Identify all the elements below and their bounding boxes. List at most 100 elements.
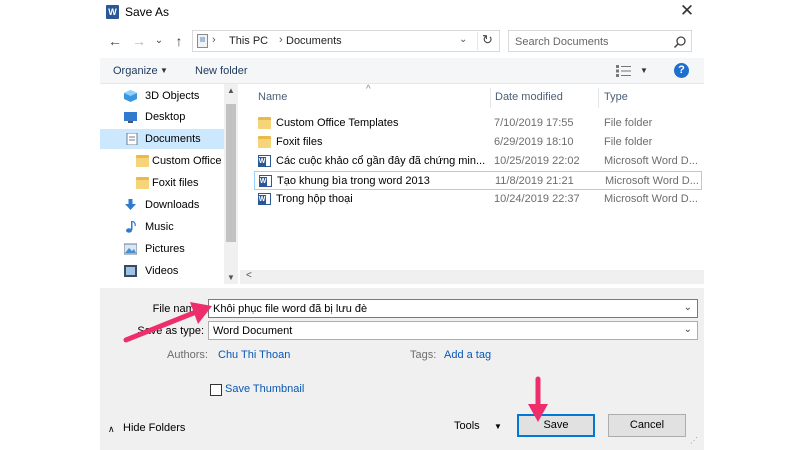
folder-icon	[136, 177, 149, 189]
nav-item-label: Documents	[145, 133, 201, 145]
nav-item-documents[interactable]: Documents	[100, 129, 224, 149]
authors-value[interactable]: Chu Thi Thoan	[218, 349, 290, 361]
file-name: Các cuộc khảo cổ gần đây đã chứng min...	[276, 155, 486, 167]
file-row[interactable]: Custom Office Templates 7/10/2019 17:55 …	[254, 114, 702, 133]
file-row[interactable]: Trong hộp thoại 10/24/2019 22:37 Microso…	[254, 190, 702, 209]
refresh-icon[interactable]: ↻	[477, 32, 497, 50]
navigation-pane: 3D Objects Desktop Documents Custom Offi…	[100, 84, 238, 284]
3d-objects-icon	[124, 90, 137, 102]
help-icon[interactable]: ?	[674, 63, 689, 78]
file-row[interactable]: Các cuộc khảo cổ gần đây đã chứng min...…	[254, 152, 702, 171]
recent-locations-chevron-icon[interactable]: ⌄	[150, 32, 168, 50]
nav-item-3d-objects[interactable]: 3D Objects	[100, 86, 224, 106]
folder-icon	[258, 136, 271, 148]
column-header-date-modified[interactable]: Date modified	[495, 91, 563, 103]
add-tag-link[interactable]: Add a tag	[444, 349, 491, 361]
view-caret-icon[interactable]: ▼	[640, 66, 648, 75]
nav-item-label: Desktop	[145, 111, 186, 123]
annotation-arrow-to-save	[528, 376, 548, 422]
hide-folders-button[interactable]: Hide Folders	[123, 422, 185, 434]
tools-button[interactable]: Tools	[454, 420, 480, 432]
file-name-dropdown-chevron-icon[interactable]: ⌄	[684, 302, 692, 313]
file-name-input[interactable]	[213, 302, 673, 316]
file-list: ^ Name Date modified Type Custom Office …	[240, 84, 704, 284]
dialog-title: Save As	[125, 5, 170, 19]
search-input[interactable]	[515, 34, 665, 49]
videos-icon	[124, 265, 137, 277]
nav-item-videos[interactable]: Videos	[100, 261, 224, 281]
nav-item-label: Videos	[145, 265, 179, 277]
tags-label: Tags:	[410, 349, 437, 361]
this-pc-icon	[197, 34, 208, 48]
back-button[interactable]: ←	[106, 32, 124, 50]
nav-item-label: Downloads	[145, 199, 200, 211]
nav-item-desktop[interactable]: Desktop	[100, 107, 224, 127]
tools-caret-icon[interactable]: ▼	[494, 422, 502, 431]
up-button[interactable]: ↑	[170, 32, 188, 50]
breadcrumb-this-pc[interactable]: This PC	[229, 35, 268, 47]
new-folder-button[interactable]: New folder	[195, 65, 248, 77]
breadcrumb-separator: ›	[279, 34, 283, 46]
file-name: Tạo khung bìa trong word 2013	[277, 175, 430, 187]
file-date: 11/8/2019 21:21	[495, 175, 574, 187]
title-bar: W Save As ✕	[100, 0, 704, 26]
hide-folders-chevron-icon[interactable]: ∧	[108, 424, 115, 435]
documents-icon	[126, 133, 138, 145]
organize-button[interactable]: Organize	[113, 65, 158, 77]
word-document-icon	[259, 175, 272, 187]
save-thumbnail-checkbox[interactable]	[210, 384, 222, 396]
address-dropdown-chevron-icon[interactable]: ⌄	[459, 34, 467, 45]
column-header-type[interactable]: Type	[604, 91, 628, 103]
nav-item-foxit-files[interactable]: Foxit files	[100, 173, 224, 193]
forward-button[interactable]: →	[130, 32, 148, 50]
nav-item-music[interactable]: Music	[100, 217, 224, 237]
organize-caret-icon: ▼	[160, 66, 168, 75]
save-as-type-dropdown-chevron-icon[interactable]: ⌄	[684, 324, 692, 335]
column-divider[interactable]	[598, 88, 599, 108]
file-list-horizontal-scrollbar[interactable]: <	[240, 270, 704, 284]
word-document-icon	[258, 193, 271, 205]
file-row-focused[interactable]: Tạo khung bìa trong word 2013 11/8/2019 …	[254, 171, 702, 190]
folder-icon	[258, 117, 271, 129]
nav-item-label: 3D Objects	[145, 90, 200, 102]
authors-label: Authors:	[167, 349, 208, 361]
file-name: Foxit files	[276, 136, 323, 148]
file-date: 10/25/2019 22:02	[494, 155, 580, 167]
resize-grip-icon[interactable]: ⋰	[690, 436, 698, 445]
scroll-left-icon[interactable]: <	[246, 270, 252, 281]
nav-scrollbar-thumb[interactable]	[226, 104, 236, 242]
file-type: File folder	[604, 117, 653, 129]
change-view-icon[interactable]	[616, 65, 632, 77]
file-row[interactable]: Foxit files 6/29/2019 18:10 File folder	[254, 133, 702, 152]
search-box[interactable]	[508, 30, 692, 52]
breadcrumb-separator: ›	[212, 34, 216, 46]
breadcrumb-documents[interactable]: Documents	[286, 35, 342, 47]
scroll-up-icon[interactable]: ▲	[227, 86, 235, 95]
file-type: Microsoft Word D...	[604, 193, 698, 205]
nav-item-pictures[interactable]: Pictures	[100, 239, 224, 259]
folder-icon	[136, 155, 149, 167]
save-as-dialog: W Save As ✕ ← → ⌄ ↑ › This PC › Document…	[100, 0, 704, 450]
file-name: Trong hộp thoại	[276, 193, 353, 205]
column-divider[interactable]	[490, 88, 491, 108]
scroll-down-icon[interactable]: ▼	[227, 273, 235, 282]
save-thumbnail-label[interactable]: Save Thumbnail	[225, 383, 304, 395]
command-bar: Organize ▼ New folder ▼ ?	[100, 58, 704, 84]
file-type: Microsoft Word D...	[605, 175, 699, 187]
column-header-name[interactable]: Name	[258, 91, 287, 103]
file-name: Custom Office Templates	[276, 117, 399, 129]
cancel-button[interactable]: Cancel	[608, 414, 686, 437]
close-button[interactable]: ✕	[674, 2, 700, 22]
nav-item-custom-office[interactable]: Custom Office	[100, 151, 224, 171]
save-as-type-select[interactable]: Word Document ⌄	[208, 321, 698, 340]
file-type: Microsoft Word D...	[604, 155, 698, 167]
pictures-icon	[124, 243, 137, 255]
search-icon[interactable]	[673, 35, 687, 49]
word-document-icon	[258, 155, 271, 167]
downloads-icon	[125, 199, 136, 210]
nav-item-downloads[interactable]: Downloads	[100, 195, 224, 215]
address-bar[interactable]: › This PC › Documents ⌄ ↻	[192, 30, 500, 52]
file-name-combobox[interactable]: ⌄	[208, 299, 698, 318]
nav-item-label: Custom Office	[152, 155, 222, 167]
nav-item-label: Music	[145, 221, 174, 233]
